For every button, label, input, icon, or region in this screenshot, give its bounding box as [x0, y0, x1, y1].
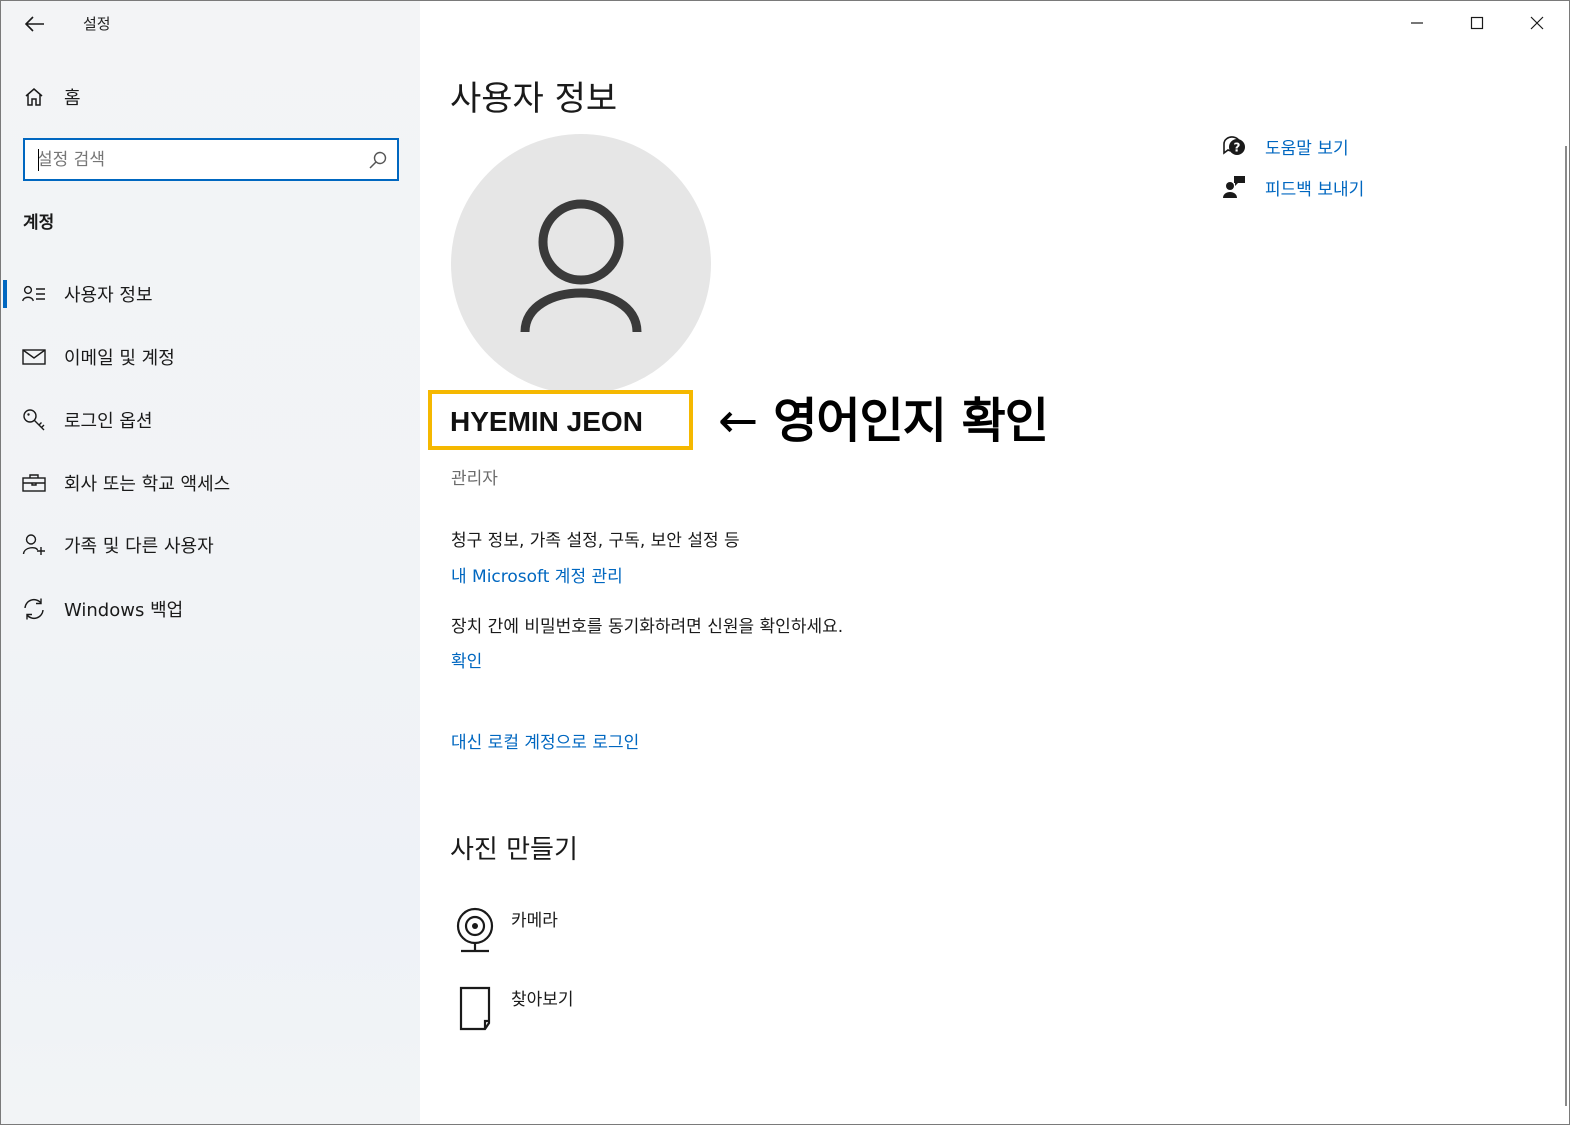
search-box[interactable]: [23, 138, 399, 181]
key-icon: [21, 407, 47, 433]
sidebar-item-email-accounts[interactable]: 이메일 및 계정: [1, 334, 420, 380]
feedback-icon: [1220, 174, 1248, 200]
sidebar-item-label: 가족 및 다른 사용자: [64, 536, 214, 557]
close-icon: [1530, 16, 1544, 30]
manage-account-link[interactable]: 내 Microsoft 계정 관리: [451, 562, 623, 587]
sidebar-item-label: 이메일 및 계정: [64, 348, 175, 369]
sidebar-item-user-info[interactable]: 사용자 정보: [1, 271, 420, 317]
sidebar-item-home[interactable]: 홈: [1, 77, 420, 117]
sidebar-item-label: 홈: [64, 88, 81, 109]
sidebar-item-label: 회사 또는 학교 액세스: [64, 474, 231, 495]
title-bar: 설정: [1, 1, 420, 45]
sidebar-item-work-school[interactable]: 회사 또는 학교 액세스: [1, 460, 420, 506]
browse-option[interactable]: 찾아보기: [451, 983, 711, 1043]
sidebar-item-sign-in-options[interactable]: 로그인 옵션: [1, 397, 420, 443]
section-heading: 계정: [23, 213, 55, 233]
sync-description: 장치 간에 비밀번호를 동기화하려면 신원을 확인하세요.: [451, 617, 844, 637]
sidebar-item-family-other-users[interactable]: 가족 및 다른 사용자: [1, 522, 420, 568]
verify-link[interactable]: 확인: [451, 647, 482, 672]
sidebar-item-label: 사용자 정보: [64, 285, 153, 306]
briefcase-icon: [21, 470, 47, 496]
svg-text:?: ?: [1234, 141, 1241, 155]
back-arrow-icon: [25, 16, 44, 32]
minimize-button[interactable]: [1388, 1, 1446, 45]
username-highlight-box: HYEMIN JEON: [428, 390, 693, 450]
maximize-button[interactable]: [1448, 1, 1506, 45]
local-account-link[interactable]: 대신 로컬 계정으로 로그인: [451, 728, 639, 753]
sync-icon: [21, 596, 47, 622]
sidebar-item-label: Windows 백업: [64, 600, 184, 621]
annotation-arrow: ←: [718, 393, 758, 449]
app-title: 설정: [83, 15, 111, 33]
text-caret: [38, 149, 39, 171]
close-button[interactable]: [1508, 1, 1566, 45]
help-chat-icon: ?: [1220, 133, 1248, 159]
camera-option[interactable]: 카메라: [451, 904, 711, 964]
sidebar-item-windows-backup[interactable]: Windows 백업: [1, 586, 420, 632]
camera-label: 카메라: [511, 911, 558, 931]
create-photo-heading: 사진 만들기: [450, 835, 578, 865]
browse-label: 찾아보기: [511, 990, 574, 1010]
home-icon: [21, 84, 47, 110]
get-help-label: 도움말 보기: [1265, 139, 1349, 159]
sidebar-item-label: 로그인 옵션: [64, 411, 153, 432]
page-title: 사용자 정보: [450, 79, 618, 119]
maximize-icon: [1470, 16, 1484, 30]
username: HYEMIN JEON: [450, 406, 643, 437]
scrollbar[interactable]: [1565, 146, 1567, 1106]
sidebar: 설정 홈 계정 사용자 정보: [1, 1, 420, 1124]
person-add-icon: [21, 532, 47, 558]
search-input[interactable]: [37, 147, 357, 173]
browse-file-icon: [451, 983, 499, 1035]
person-list-icon: [21, 281, 47, 307]
person-icon: [520, 199, 642, 333]
minimize-icon: [1411, 22, 1423, 24]
search-icon[interactable]: [368, 150, 388, 170]
main-content: 사용자 정보 HYEMIN JEON ← 영어인지 확인 관리자 청구 정보, 가…: [420, 1, 1569, 1124]
send-feedback-link[interactable]: 피드백 보내기: [1220, 172, 1520, 202]
avatar: [451, 134, 711, 394]
camera-icon: [451, 904, 499, 956]
annotation: ← 영어인지 확인: [718, 381, 1049, 451]
get-help-link[interactable]: ? 도움말 보기: [1220, 131, 1520, 161]
back-button[interactable]: [15, 7, 55, 41]
account-role: 관리자: [451, 469, 498, 489]
mail-icon: [21, 344, 47, 370]
annotation-text: 영어인지 확인: [773, 393, 1049, 449]
send-feedback-label: 피드백 보내기: [1265, 180, 1365, 200]
settings-window: 설정 홈 계정 사용자 정보: [0, 0, 1570, 1125]
billing-description: 청구 정보, 가족 설정, 구독, 보안 설정 등: [451, 531, 740, 551]
